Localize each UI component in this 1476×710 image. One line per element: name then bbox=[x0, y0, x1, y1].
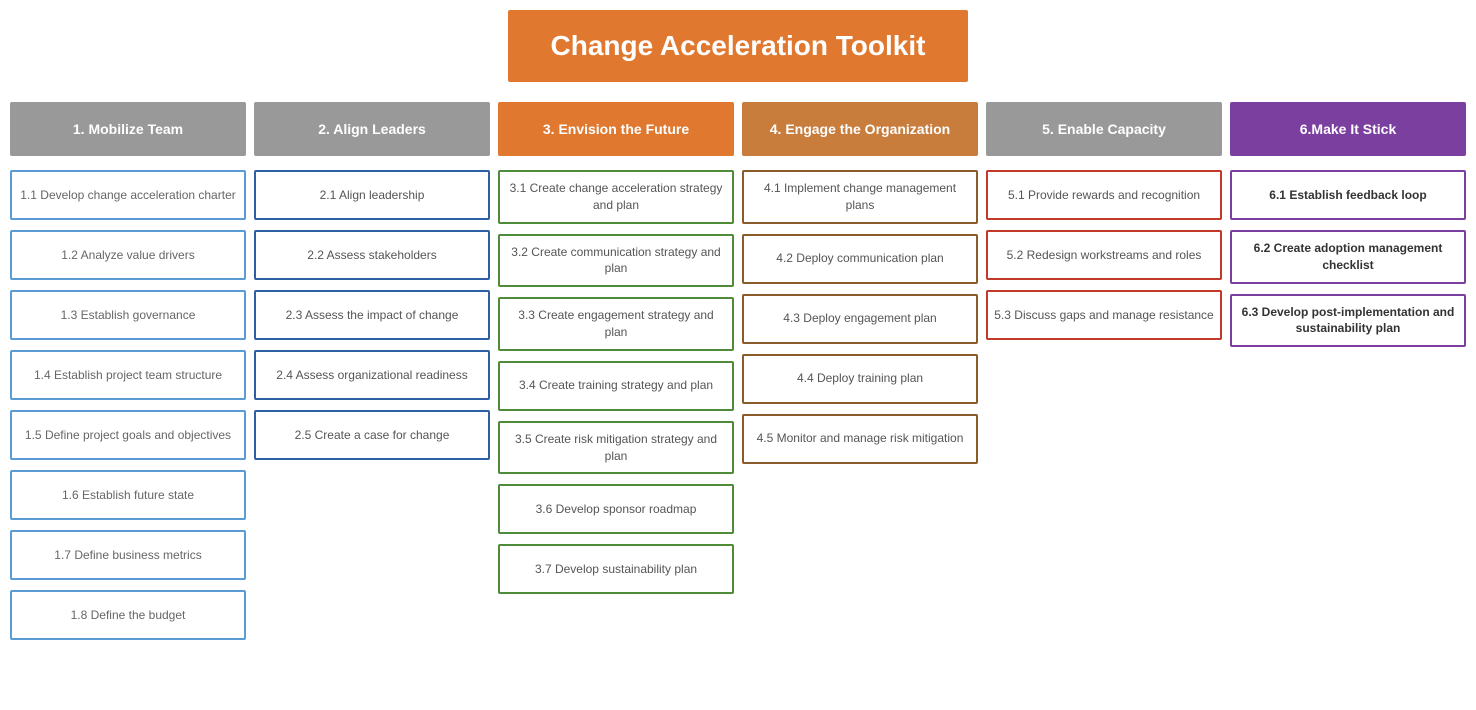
card-4-3[interactable]: 4.3 Deploy engagement plan bbox=[742, 294, 978, 344]
card-2-5[interactable]: 2.5 Create a case for change bbox=[254, 410, 490, 460]
columns-container: 1. Mobilize Team 1.1 Develop change accel… bbox=[10, 102, 1466, 650]
card-4-4[interactable]: 4.4 Deploy training plan bbox=[742, 354, 978, 404]
card-1-8[interactable]: 1.8 Define the budget bbox=[10, 590, 246, 640]
card-2-4[interactable]: 2.4 Assess organizational readiness bbox=[254, 350, 490, 400]
card-1-3[interactable]: 1.3 Establish governance bbox=[10, 290, 246, 340]
col-header-3: 3. Envision the Future bbox=[498, 102, 734, 156]
card-6-2[interactable]: 6.2 Create adoption management checklist bbox=[1230, 230, 1466, 284]
card-1-5[interactable]: 1.5 Define project goals and objectives bbox=[10, 410, 246, 460]
card-4-1[interactable]: 4.1 Implement change management plans bbox=[742, 170, 978, 224]
card-6-3[interactable]: 6.3 Develop post-implementation and sust… bbox=[1230, 294, 1466, 348]
card-1-2[interactable]: 1.2 Analyze value drivers bbox=[10, 230, 246, 280]
col-header-6: 6.Make It Stick bbox=[1230, 102, 1466, 156]
card-5-1[interactable]: 5.1 Provide rewards and recognition bbox=[986, 170, 1222, 220]
column-6: 6.Make It Stick 6.1 Establish feedback lo… bbox=[1230, 102, 1466, 357]
card-1-7[interactable]: 1.7 Define business metrics bbox=[10, 530, 246, 580]
card-2-2[interactable]: 2.2 Assess stakeholders bbox=[254, 230, 490, 280]
page-title: Change Acceleration Toolkit bbox=[508, 10, 968, 82]
card-3-5[interactable]: 3.5 Create risk mitigation strategy and … bbox=[498, 421, 734, 475]
column-1: 1. Mobilize Team 1.1 Develop change accel… bbox=[10, 102, 246, 650]
col-header-2: 2. Align Leaders bbox=[254, 102, 490, 156]
card-3-2[interactable]: 3.2 Create communication strategy and pl… bbox=[498, 234, 734, 288]
col-header-4: 4. Engage the Organization bbox=[742, 102, 978, 156]
col-header-1: 1. Mobilize Team bbox=[10, 102, 246, 156]
col-header-5: 5. Enable Capacity bbox=[986, 102, 1222, 156]
card-2-1[interactable]: 2.1 Align leadership bbox=[254, 170, 490, 220]
card-6-1[interactable]: 6.1 Establish feedback loop bbox=[1230, 170, 1466, 220]
page-wrapper: Change Acceleration Toolkit 1. Mobilize … bbox=[0, 0, 1476, 670]
card-3-4[interactable]: 3.4 Create training strategy and plan bbox=[498, 361, 734, 411]
column-3: 3. Envision the Future 3.1 Create change … bbox=[498, 102, 734, 604]
card-1-1[interactable]: 1.1 Develop change acceleration charter bbox=[10, 170, 246, 220]
card-5-3[interactable]: 5.3 Discuss gaps and manage resistance bbox=[986, 290, 1222, 340]
card-1-6[interactable]: 1.6 Establish future state bbox=[10, 470, 246, 520]
card-3-1[interactable]: 3.1 Create change acceleration strategy … bbox=[498, 170, 734, 224]
card-5-2[interactable]: 5.2 Redesign workstreams and roles bbox=[986, 230, 1222, 280]
card-1-4[interactable]: 1.4 Establish project team structure bbox=[10, 350, 246, 400]
column-4: 4. Engage the Organization 4.1 Implement … bbox=[742, 102, 978, 474]
card-4-2[interactable]: 4.2 Deploy communication plan bbox=[742, 234, 978, 284]
column-2: 2. Align Leaders 2.1 Align leadership 2.2 … bbox=[254, 102, 490, 470]
card-2-3[interactable]: 2.3 Assess the impact of change bbox=[254, 290, 490, 340]
card-3-3[interactable]: 3.3 Create engagement strategy and plan bbox=[498, 297, 734, 351]
card-4-5[interactable]: 4.5 Monitor and manage risk mitigation bbox=[742, 414, 978, 464]
card-3-7[interactable]: 3.7 Develop sustainability plan bbox=[498, 544, 734, 594]
card-3-6[interactable]: 3.6 Develop sponsor roadmap bbox=[498, 484, 734, 534]
column-5: 5. Enable Capacity 5.1 Provide rewards an… bbox=[986, 102, 1222, 350]
